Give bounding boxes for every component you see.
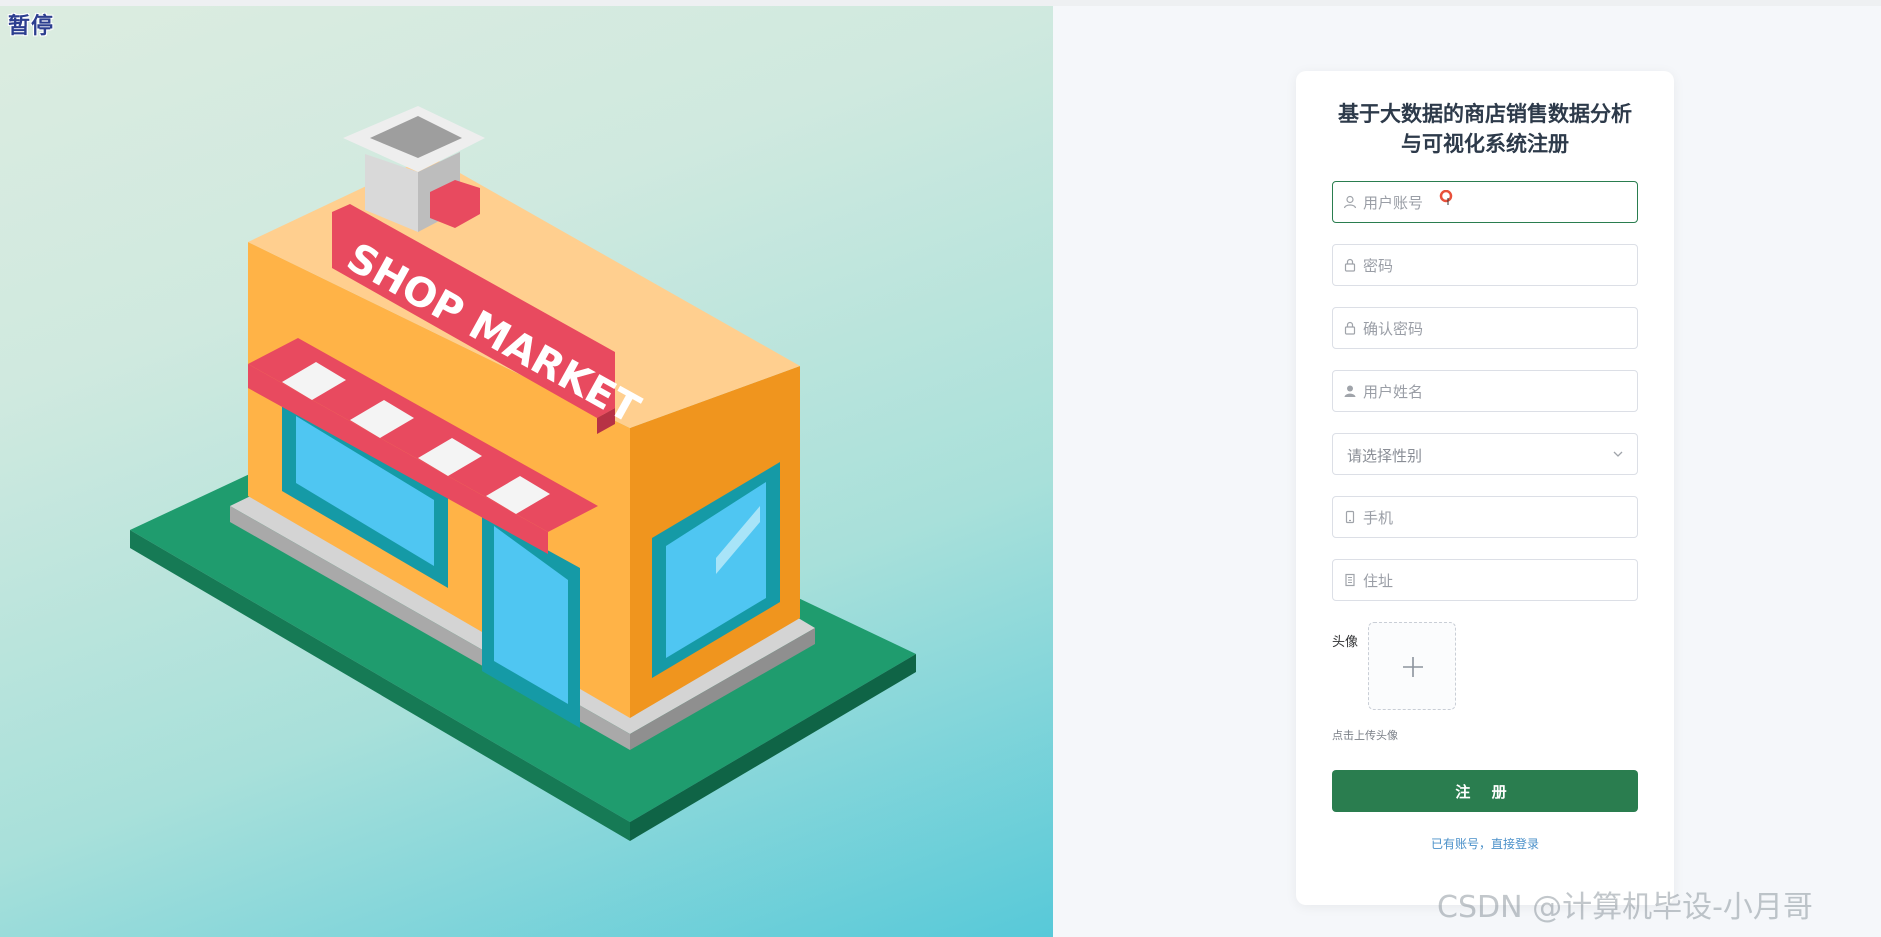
plus-icon bbox=[1403, 657, 1423, 677]
building-icon bbox=[1345, 573, 1355, 587]
shop-illustration: SHOP MARKET bbox=[130, 106, 916, 841]
mobile-icon bbox=[1345, 510, 1355, 524]
avatar-upload-button[interactable] bbox=[1368, 622, 1456, 710]
title-line-1: 基于大数据的商店销售数据分析 bbox=[1338, 102, 1632, 126]
address-input[interactable] bbox=[1361, 560, 1635, 602]
page-title: 基于大数据的商店销售数据分析 与可视化系统注册 bbox=[1296, 99, 1674, 159]
user-outline-icon bbox=[1343, 195, 1357, 209]
avatar-label: 头像 bbox=[1332, 635, 1359, 650]
gender-select[interactable]: 请选择性别 bbox=[1332, 433, 1638, 475]
phone-input[interactable] bbox=[1361, 497, 1635, 539]
illustration-panel: SHOP MARKET 暂停 bbox=[0, 6, 1053, 937]
gender-select-placeholder: 请选择性别 bbox=[1347, 447, 1423, 465]
login-link[interactable]: 已有账号，直接登录 bbox=[1296, 835, 1674, 852]
confirm-password-field[interactable] bbox=[1332, 307, 1638, 350]
chevron-down-icon bbox=[1613, 451, 1623, 457]
name-input[interactable] bbox=[1361, 371, 1635, 413]
lock-icon bbox=[1344, 321, 1356, 335]
register-card: 基于大数据的商店销售数据分析 与可视化系统注册 用户账号 用户姓名 请选择性别 … bbox=[1296, 71, 1674, 905]
username-field[interactable] bbox=[1332, 181, 1638, 224]
watermark: CSDN @计算机毕设-小月哥 bbox=[1437, 890, 1813, 925]
avatar-upload-tip: 点击上传头像 bbox=[1332, 729, 1398, 742]
username-input[interactable] bbox=[1361, 182, 1635, 224]
password-field[interactable] bbox=[1332, 244, 1638, 287]
address-field[interactable] bbox=[1332, 559, 1638, 602]
lock-icon bbox=[1344, 258, 1356, 272]
user-filled-icon bbox=[1344, 385, 1356, 397]
phone-field[interactable] bbox=[1332, 496, 1638, 539]
name-field[interactable] bbox=[1332, 370, 1638, 413]
confirm-password-input[interactable] bbox=[1361, 308, 1635, 350]
title-line-2: 与可视化系统注册 bbox=[1401, 132, 1569, 156]
click-indicator-icon bbox=[1439, 190, 1453, 205]
register-button[interactable]: 注 册 bbox=[1332, 770, 1638, 812]
password-input[interactable] bbox=[1361, 245, 1635, 287]
pause-overlay-label: 暂停 bbox=[8, 14, 55, 39]
